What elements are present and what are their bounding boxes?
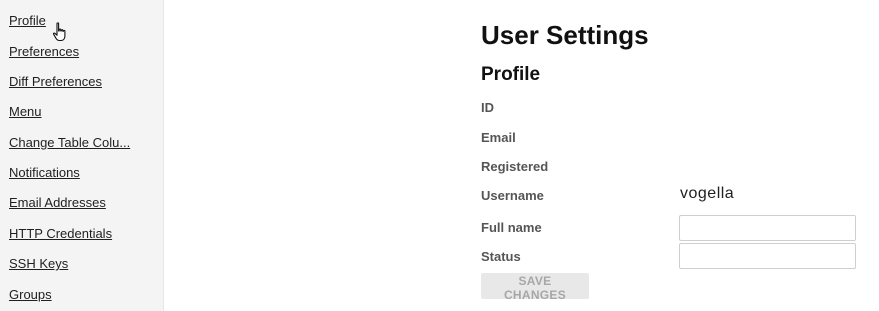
- sidebar-item-diff-preferences[interactable]: Diff Preferences: [9, 74, 102, 89]
- sidebar-item-email-addresses[interactable]: Email Addresses: [9, 195, 106, 210]
- status-input[interactable]: [679, 243, 856, 269]
- hand-pointer-icon: [52, 22, 66, 42]
- username-value: vogella: [680, 185, 735, 202]
- status-label: Status: [481, 249, 521, 264]
- full-name-input[interactable]: [679, 215, 856, 241]
- sidebar-item-menu[interactable]: Menu: [9, 104, 42, 119]
- sidebar-item-notifications[interactable]: Notifications: [9, 165, 80, 180]
- sidebar-item-groups[interactable]: Groups: [9, 287, 52, 302]
- registered-label: Registered: [481, 159, 549, 174]
- full-name-label: Full name: [481, 220, 542, 235]
- settings-main: User Settings Profile ID Email Registere…: [481, 0, 879, 311]
- sidebar-item-profile[interactable]: Profile: [9, 13, 46, 28]
- sidebar-item-http-credentials[interactable]: HTTP Credentials: [9, 226, 112, 241]
- sidebar-item-change-table-columns[interactable]: Change Table Colu...: [9, 135, 130, 150]
- sidebar-item-preferences[interactable]: Preferences: [9, 44, 79, 59]
- id-label: ID: [481, 100, 494, 115]
- sidebar-nav: Profile Preferences Diff Preferences Men…: [0, 0, 164, 311]
- username-label: Username: [481, 188, 544, 203]
- section-title-profile: Profile: [481, 64, 541, 85]
- save-changes-button[interactable]: SAVE CHANGES: [481, 273, 589, 302]
- email-label: Email: [481, 130, 516, 145]
- sidebar-item-ssh-keys[interactable]: SSH Keys: [9, 256, 68, 271]
- page-title: User Settings: [481, 20, 649, 50]
